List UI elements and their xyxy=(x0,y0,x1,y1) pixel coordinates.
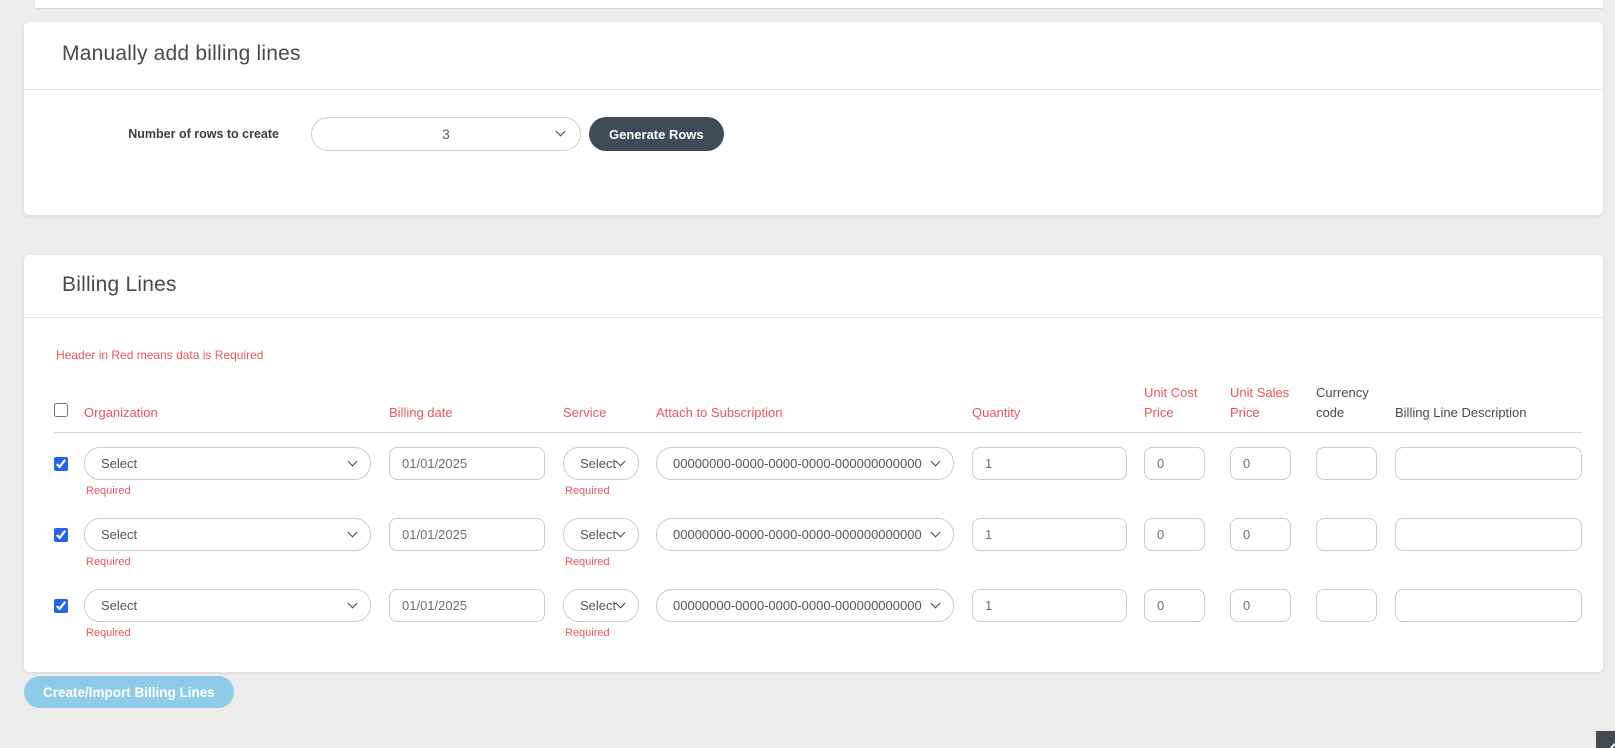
billing-lines-card: Billing Lines Header in Red means data i… xyxy=(24,255,1603,672)
row-checkbox[interactable] xyxy=(54,528,68,542)
billing-line-row: Select Required Select Required xyxy=(54,589,1582,639)
chevron-down-icon xyxy=(616,456,626,466)
chevron-down-icon xyxy=(616,598,626,608)
column-header-service: Service xyxy=(563,403,656,423)
column-header-unit-cost-price: Unit Cost Price xyxy=(1144,383,1230,423)
unit-sales-price-input[interactable] xyxy=(1230,518,1291,551)
column-header-attach-to-subscription: Attach to Subscription xyxy=(656,403,972,423)
rows-to-create-label: Number of rows to create xyxy=(24,127,279,141)
service-select-value: Select xyxy=(580,527,616,542)
billing-line-description-input[interactable] xyxy=(1395,447,1582,480)
currency-code-input[interactable] xyxy=(1316,589,1377,622)
bottom-right-widget[interactable] xyxy=(1596,731,1615,748)
billing-lines-card-body: Header in Red means data is Required Org… xyxy=(24,348,1603,639)
chevron-down-icon xyxy=(348,598,358,608)
row-checkbox[interactable] xyxy=(54,599,68,613)
subscription-select-value: 00000000-0000-0000-0000-000000000000 xyxy=(673,598,922,613)
chevron-down-icon xyxy=(931,527,941,537)
required-note: Required xyxy=(84,627,389,639)
column-header-currency-code: Currency code xyxy=(1316,383,1395,423)
unit-sales-price-input[interactable] xyxy=(1230,589,1291,622)
billing-lines-table: Organization Billing date Service Attach… xyxy=(54,383,1582,639)
rows-to-create-form: Number of rows to create 3 Generate Rows xyxy=(24,90,1603,151)
subscription-select-value: 00000000-0000-0000-0000-000000000000 xyxy=(673,527,922,542)
required-note: Required xyxy=(84,556,389,568)
service-select[interactable]: Select xyxy=(563,518,639,551)
unit-cost-price-input[interactable] xyxy=(1144,447,1205,480)
column-header-billing-line-description: Billing Line Description xyxy=(1395,403,1582,423)
organization-select[interactable]: Select xyxy=(84,447,371,480)
required-note: Required xyxy=(563,556,656,568)
quantity-input[interactable] xyxy=(972,589,1127,622)
manual-add-card-title: Manually add billing lines xyxy=(62,42,1565,66)
service-select[interactable]: Select xyxy=(563,589,639,622)
billing-date-input[interactable] xyxy=(389,518,545,551)
subscription-select-value: 00000000-0000-0000-0000-000000000000 xyxy=(673,456,922,471)
organization-select-value: Select xyxy=(101,456,137,471)
table-header-row: Organization Billing date Service Attach… xyxy=(54,383,1582,433)
chevron-down-icon xyxy=(348,527,358,537)
subscription-select[interactable]: 00000000-0000-0000-0000-000000000000 xyxy=(656,447,954,480)
generate-rows-button[interactable]: Generate Rows xyxy=(589,117,724,151)
unit-cost-price-input[interactable] xyxy=(1144,589,1205,622)
create-import-billing-lines-button[interactable]: Create/Import Billing Lines xyxy=(24,676,234,708)
billing-line-row: Select Required Select Required xyxy=(54,447,1582,497)
unit-sales-price-input[interactable] xyxy=(1230,447,1291,480)
service-select-value: Select xyxy=(580,456,616,471)
column-header-unit-sales-price: Unit Sales Price xyxy=(1230,383,1316,423)
quantity-input[interactable] xyxy=(972,447,1127,480)
page: Manually add billing lines Number of row… xyxy=(0,0,1615,748)
billing-line-description-input[interactable] xyxy=(1395,589,1582,622)
select-all-checkbox[interactable] xyxy=(54,403,68,417)
organization-select[interactable]: Select xyxy=(84,518,371,551)
billing-line-description-input[interactable] xyxy=(1395,518,1582,551)
billing-line-row: Select Required Select Required xyxy=(54,518,1582,568)
column-header-quantity: Quantity xyxy=(972,403,1144,423)
chevron-down-icon xyxy=(931,598,941,608)
currency-code-input[interactable] xyxy=(1316,447,1377,480)
chevron-down-icon xyxy=(616,527,626,537)
subscription-select[interactable]: 00000000-0000-0000-0000-000000000000 xyxy=(656,589,954,622)
organization-select-value: Select xyxy=(101,598,137,613)
currency-code-input[interactable] xyxy=(1316,518,1377,551)
service-select[interactable]: Select xyxy=(563,447,639,480)
organization-select-value: Select xyxy=(101,527,137,542)
quantity-input[interactable] xyxy=(972,518,1127,551)
billing-lines-card-header: Billing Lines xyxy=(24,255,1603,318)
required-note: Required xyxy=(84,485,389,497)
rows-count-select-value: 3 xyxy=(312,127,580,142)
required-note: Required xyxy=(563,485,656,497)
rows-count-select[interactable]: 3 xyxy=(311,117,581,151)
billing-lines-card-title: Billing Lines xyxy=(62,273,1565,297)
required-banner: Header in Red means data is Required xyxy=(54,348,1582,362)
organization-select[interactable]: Select xyxy=(84,589,371,622)
service-select-value: Select xyxy=(580,598,616,613)
select-all-cell xyxy=(54,403,84,423)
manual-add-card: Manually add billing lines Number of row… xyxy=(24,22,1603,215)
unit-cost-price-input[interactable] xyxy=(1144,518,1205,551)
billing-date-input[interactable] xyxy=(389,589,545,622)
chevron-down-icon xyxy=(931,456,941,466)
top-partial-panel xyxy=(35,0,1603,9)
diagonal-line-icon xyxy=(1606,741,1615,748)
required-note: Required xyxy=(563,627,656,639)
chevron-down-icon xyxy=(348,456,358,466)
column-header-billing-date: Billing date xyxy=(389,403,563,423)
subscription-select[interactable]: 00000000-0000-0000-0000-000000000000 xyxy=(656,518,954,551)
row-checkbox[interactable] xyxy=(54,457,68,471)
manual-add-card-header: Manually add billing lines xyxy=(24,22,1603,90)
billing-date-input[interactable] xyxy=(389,447,545,480)
column-header-organization: Organization xyxy=(84,403,389,423)
